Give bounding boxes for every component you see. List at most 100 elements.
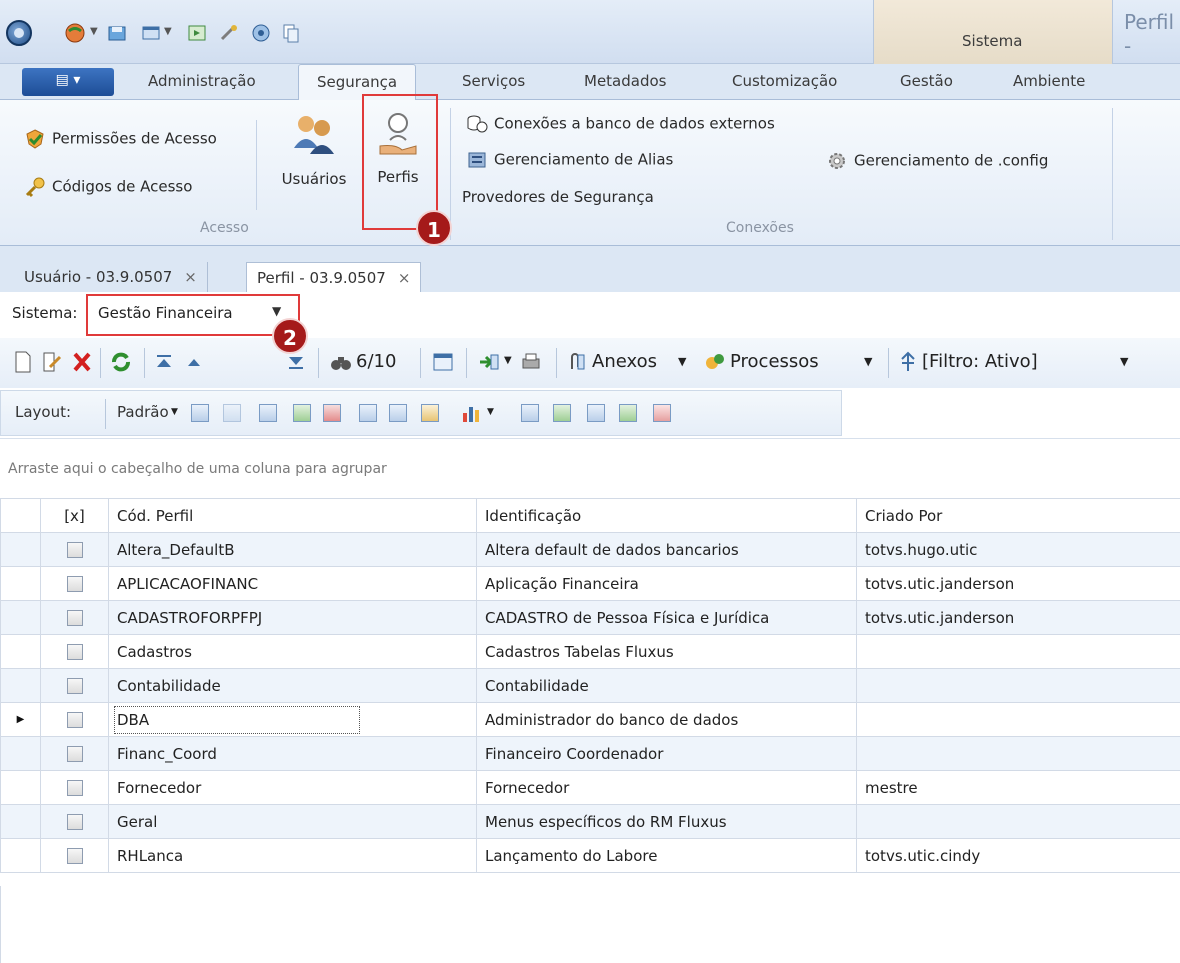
- row-checkbox[interactable]: [66, 576, 83, 592]
- cell-by[interactable]: totvs.utic.janderson: [856, 600, 1180, 635]
- cell-by[interactable]: [856, 804, 1180, 839]
- paperclip-icon[interactable]: [566, 351, 586, 373]
- search-binoculars-icon[interactable]: [330, 351, 352, 373]
- cell-ident[interactable]: Altera default de dados bancarios: [476, 532, 857, 567]
- alias-button[interactable]: Gerenciamento de Alias: [466, 150, 673, 170]
- layout-format-icon[interactable]: [421, 404, 439, 422]
- globe-icon[interactable]: [64, 22, 86, 44]
- dropdown-arrow-icon[interactable]: ▼: [171, 407, 178, 417]
- window-icon[interactable]: [140, 22, 162, 44]
- permissoes-button[interactable]: Permissões de Acesso: [24, 128, 217, 150]
- cell-by[interactable]: mestre: [856, 770, 1180, 805]
- dropdown-arrow-icon[interactable]: ▼: [1120, 355, 1128, 368]
- first-record-icon[interactable]: [154, 351, 174, 373]
- row-checkbox[interactable]: [66, 610, 83, 626]
- table-row[interactable]: Cadastros Cadastros Tabelas Fluxus: [0, 634, 1180, 669]
- close-icon[interactable]: ×: [398, 269, 411, 287]
- cell-code[interactable]: CADASTROFORPFPJ: [108, 600, 477, 635]
- cell-code[interactable]: APLICACAOFINANC: [108, 566, 477, 601]
- column-header-criado-por[interactable]: Criado Por: [856, 498, 1180, 533]
- new-document-icon[interactable]: [14, 351, 32, 373]
- cell-ident[interactable]: Lançamento do Labore: [476, 838, 857, 873]
- application-menu-button[interactable]: ▤ ▾: [22, 68, 114, 96]
- tab-customizacao[interactable]: Customização: [732, 72, 837, 90]
- last-record-icon[interactable]: [286, 351, 306, 373]
- tools-icon[interactable]: [218, 22, 240, 44]
- dropdown-arrow-icon[interactable]: ▼: [487, 407, 494, 417]
- process-icon[interactable]: [704, 351, 726, 373]
- column-header-identificacao[interactable]: Identificação: [476, 498, 857, 533]
- cell-by[interactable]: totvs.utic.janderson: [856, 566, 1180, 601]
- column-header-cod-perfil[interactable]: Cód. Perfil: [108, 498, 477, 533]
- table-row[interactable]: RHLanca Lançamento do Labore totvs.utic.ci…: [0, 838, 1180, 873]
- group-by-area[interactable]: Arraste aqui o cabeçalho de uma coluna p…: [0, 438, 1180, 498]
- tab-administracao[interactable]: Administração: [148, 72, 256, 90]
- system-context-tab[interactable]: Sistema: [873, 0, 1113, 64]
- provedores-button[interactable]: Provedores de Segurança: [462, 188, 654, 206]
- tab-ambiente[interactable]: Ambiente: [1013, 72, 1085, 90]
- import-icon[interactable]: [478, 351, 500, 373]
- layout-sum-icon[interactable]: [389, 404, 407, 422]
- row-checkbox[interactable]: [66, 780, 83, 796]
- cell-code[interactable]: RHLanca: [108, 838, 477, 873]
- row-checkbox[interactable]: [66, 848, 83, 864]
- app-orb-icon[interactable]: [6, 20, 32, 46]
- previous-record-icon[interactable]: [184, 351, 204, 373]
- cell-ident[interactable]: CADASTRO de Pessoa Física e Jurídica: [476, 600, 857, 635]
- row-checkbox[interactable]: [66, 712, 83, 728]
- print-icon[interactable]: [520, 351, 542, 373]
- refresh-icon[interactable]: [110, 351, 132, 373]
- row-checkbox[interactable]: [66, 746, 83, 762]
- save-icon[interactable]: [106, 22, 128, 44]
- dropdown-arrow-icon[interactable]: ▼: [678, 355, 686, 368]
- doc-tab-usuario[interactable]: Usuário - 03.9.0507 ×: [14, 262, 208, 292]
- layout-grid-icon[interactable]: [359, 404, 377, 422]
- table-row-selected[interactable]: ▶ DBA Administrador do banco de dados: [0, 702, 1180, 737]
- table-row[interactable]: Financ_Coord Financeiro Coordenador: [0, 736, 1180, 771]
- filter-icon[interactable]: [898, 351, 918, 373]
- close-icon[interactable]: ×: [184, 268, 197, 286]
- cell-by[interactable]: [856, 668, 1180, 703]
- layout-export-icon[interactable]: [293, 404, 311, 422]
- cell-code[interactable]: DBA: [113, 705, 361, 734]
- processos-button[interactable]: Processos: [730, 351, 819, 372]
- cell-code[interactable]: Altera_DefaultB: [108, 532, 477, 567]
- cell-code[interactable]: Contabilidade: [108, 668, 477, 703]
- conexoes-externas-button[interactable]: Conexões a banco de dados externos: [466, 114, 775, 134]
- row-checkbox[interactable]: [66, 678, 83, 694]
- cell-code[interactable]: Financ_Coord: [108, 736, 477, 771]
- config-button[interactable]: Gerenciamento de .config: [826, 150, 1048, 172]
- table-row[interactable]: Contabilidade Contabilidade: [0, 668, 1180, 703]
- table-row[interactable]: Fornecedor Fornecedor mestre: [0, 770, 1180, 805]
- dropdown-arrow-icon[interactable]: ▼: [864, 355, 872, 368]
- view-option-icon[interactable]: [553, 404, 571, 422]
- cell-ident[interactable]: Contabilidade: [476, 668, 857, 703]
- layout-delete-icon[interactable]: [223, 404, 241, 422]
- bar-chart-icon[interactable]: [461, 403, 483, 423]
- doc-tab-perfil[interactable]: Perfil - 03.9.0507 ×: [246, 262, 422, 292]
- cell-by[interactable]: [856, 634, 1180, 669]
- calendar-grid-icon[interactable]: [432, 351, 454, 373]
- table-row[interactable]: Altera_DefaultB Altera default de dados b…: [0, 532, 1180, 567]
- view-option-icon[interactable]: [619, 404, 637, 422]
- cell-code[interactable]: Cadastros: [108, 634, 477, 669]
- cell-ident[interactable]: Fornecedor: [476, 770, 857, 805]
- dropdown-arrow-icon[interactable]: ▼: [164, 26, 186, 48]
- tab-gestao[interactable]: Gestão: [900, 72, 953, 90]
- delete-icon[interactable]: [72, 351, 92, 373]
- anexos-button[interactable]: Anexos: [592, 351, 657, 372]
- help-icon[interactable]: [250, 22, 272, 44]
- cell-code[interactable]: Fornecedor: [108, 770, 477, 805]
- view-option-icon[interactable]: [587, 404, 605, 422]
- filter-button[interactable]: [Filtro: Ativo]: [922, 351, 1038, 372]
- table-row[interactable]: APLICACAOFINANC Aplicação Financeira totvs…: [0, 566, 1180, 601]
- row-checkbox[interactable]: [66, 644, 83, 660]
- layout-columns-icon[interactable]: [259, 404, 277, 422]
- dropdown-arrow-icon[interactable]: ▼: [504, 355, 512, 366]
- export-icon[interactable]: [186, 22, 208, 44]
- layout-import-icon[interactable]: [323, 404, 341, 422]
- font-icon[interactable]: [653, 404, 671, 422]
- cell-code[interactable]: Geral: [108, 804, 477, 839]
- tab-metadados[interactable]: Metadados: [584, 72, 666, 90]
- copy-icon[interactable]: [280, 22, 302, 44]
